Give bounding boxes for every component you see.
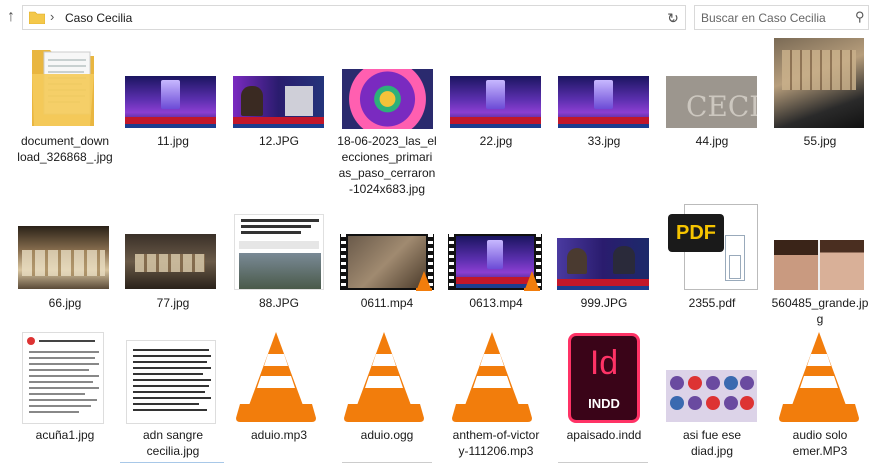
file-name: adn sangre cecilia.jpg xyxy=(142,428,204,458)
indd-badge-label: INDD xyxy=(588,396,620,411)
vlc-icon xyxy=(416,271,432,291)
address-toolbar: ↑ › Caso Cecilia ⌄ ↻ ⚲ xyxy=(0,0,869,36)
search-icon[interactable]: ⚲ xyxy=(855,9,865,25)
file-name: 22.jpg xyxy=(479,134,513,148)
vlc-icon xyxy=(452,332,532,422)
vlc-icon xyxy=(344,332,424,422)
file-name: aduio.ogg xyxy=(360,428,414,442)
image-thumbnail xyxy=(125,234,216,289)
vlc-icon xyxy=(236,332,316,422)
image-thumbnail: CECI xyxy=(666,76,760,128)
next-row-hint xyxy=(342,462,432,467)
file-name: 88.JPG xyxy=(258,296,300,310)
folder-icon xyxy=(29,11,45,24)
refresh-icon[interactable]: ↻ xyxy=(664,8,682,28)
search-input[interactable] xyxy=(701,9,841,27)
file-name: 33.jpg xyxy=(587,134,621,148)
file-name: audio solo emer.MP3 xyxy=(792,428,848,458)
image-thumbnail xyxy=(557,238,649,290)
file-name: 0611.mp4 xyxy=(360,296,414,310)
image-thumbnail xyxy=(774,38,864,128)
file-name: 66.jpg xyxy=(48,296,82,310)
file-name: 55.jpg xyxy=(803,134,837,148)
breadcrumb-separator: › xyxy=(50,9,55,24)
file-name: 12.JPG xyxy=(258,134,300,148)
svg-text:CECI: CECI xyxy=(686,90,757,123)
file-name: 999.JPG xyxy=(580,296,628,310)
file-name: asi fue ese diad.jpg xyxy=(682,428,742,458)
file-name: 77.jpg xyxy=(156,296,190,310)
address-bar[interactable]: › Caso Cecilia ⌄ xyxy=(22,5,686,30)
file-name: document_down load_326868_.jpg xyxy=(17,134,113,164)
image-thumbnail xyxy=(126,340,216,424)
image-thumbnail xyxy=(450,76,541,128)
vlc-icon xyxy=(524,271,540,291)
breadcrumb-current[interactable]: Caso Cecilia xyxy=(65,11,132,25)
file-name: anthem-of-victor y-111206.mp3 xyxy=(452,428,540,458)
image-thumbnail xyxy=(774,240,864,290)
search-box[interactable]: ⚲ xyxy=(694,5,869,30)
image-thumbnail xyxy=(18,226,109,289)
next-row-hint xyxy=(558,462,648,467)
file-name: 0613.mp4 xyxy=(469,296,523,310)
file-name: 560485_grande.jp g xyxy=(771,296,869,326)
file-name: 2355.pdf xyxy=(688,296,736,310)
image-thumbnail xyxy=(233,76,324,128)
vlc-icon xyxy=(779,332,859,422)
folder-document-icon xyxy=(32,50,94,126)
image-thumbnail xyxy=(125,76,216,128)
next-row-hint xyxy=(120,462,224,467)
up-arrow-icon[interactable]: ↑ xyxy=(2,7,20,27)
file-name: 44.jpg xyxy=(695,134,729,148)
file-name: aduio.mp3 xyxy=(250,428,308,442)
indd-badge-letters: Id xyxy=(589,344,619,382)
image-thumbnail xyxy=(22,332,104,424)
image-thumbnail xyxy=(558,76,649,128)
image-thumbnail xyxy=(234,214,324,290)
file-name: 18-06-2023_las_el ecciones_primari as_pa… xyxy=(337,134,437,196)
file-name: acuña1.jpg xyxy=(35,428,95,442)
indesign-icon: Id INDD xyxy=(568,333,640,423)
file-name: apaisado.indd xyxy=(566,428,642,442)
file-name: 11.jpg xyxy=(157,134,189,148)
pdf-icon: PDF xyxy=(668,214,724,252)
image-thumbnail xyxy=(342,69,433,129)
image-thumbnail xyxy=(666,370,757,422)
